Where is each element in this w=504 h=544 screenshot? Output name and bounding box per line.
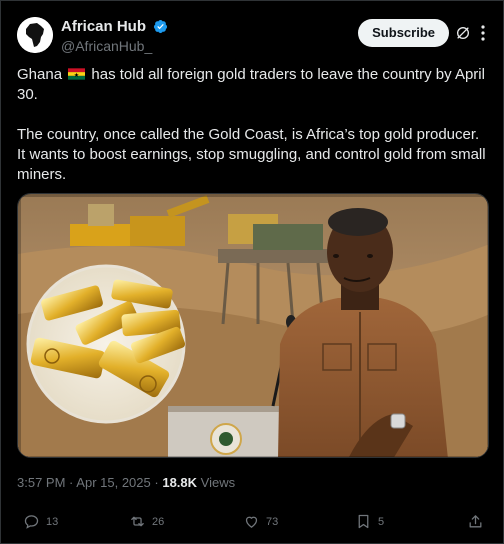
- post-photo[interactable]: [17, 193, 489, 458]
- repost-icon: [131, 516, 144, 527]
- post-text: Ghana has told all foreign gold traders …: [17, 65, 491, 205]
- post-time[interactable]: 3:57 PM: [17, 475, 65, 490]
- africa-logo-icon: [17, 17, 53, 53]
- bookmark-count: 5: [378, 515, 385, 528]
- reply-count: 13: [46, 515, 59, 528]
- bookmark-icon: [358, 514, 369, 529]
- handle[interactable]: @AfricanHub_: [61, 38, 168, 54]
- photo-gold-mining-and-speaker: [18, 194, 488, 457]
- share-button[interactable]: [467, 513, 484, 530]
- like-button[interactable]: 73: [243, 513, 278, 530]
- country-name: Ghana: [17, 66, 63, 83]
- author-names[interactable]: African Hub @AfricanHub_: [61, 18, 168, 54]
- post-paragraph-2: The country, once called the Gold Coast,…: [17, 126, 486, 183]
- share-icon: [469, 515, 482, 528]
- repost-button[interactable]: 26: [129, 513, 164, 530]
- post-date[interactable]: Apr 15, 2025: [76, 475, 150, 490]
- subscribe-button[interactable]: Subscribe: [358, 19, 449, 47]
- grok-icon[interactable]: [455, 25, 471, 41]
- avatar[interactable]: [17, 17, 53, 53]
- post-paragraph-1-rest: has told all foreign gold traders to lea…: [17, 66, 485, 103]
- meta-separator-2: ·: [154, 475, 159, 490]
- post-header: African Hub @AfricanHub_ Subscribe: [17, 15, 491, 55]
- more-icon[interactable]: [475, 23, 491, 43]
- views-count[interactable]: 18.8K: [162, 475, 197, 490]
- post-meta: 3:57 PM · Apr 15, 2025 · 18.8K Views: [17, 475, 235, 490]
- bookmark-button[interactable]: 5: [355, 513, 384, 530]
- like-count: 73: [266, 515, 279, 528]
- views-label: Views: [200, 475, 236, 490]
- reply-icon: [24, 515, 39, 529]
- post-card: African Hub @AfricanHub_ Subscribe Ghana: [0, 0, 504, 544]
- reply-button[interactable]: 13: [23, 513, 58, 530]
- repost-count: 26: [152, 515, 165, 528]
- action-bar: 13 26 73 5: [17, 513, 487, 535]
- meta-separator: ·: [69, 475, 74, 490]
- post-paragraph-1: Ghana has told all foreign gold traders …: [17, 65, 491, 105]
- ghana-flag-icon: [68, 68, 86, 80]
- display-name[interactable]: African Hub: [61, 18, 146, 35]
- heart-icon: [245, 516, 258, 528]
- verified-badge-icon: [154, 20, 168, 34]
